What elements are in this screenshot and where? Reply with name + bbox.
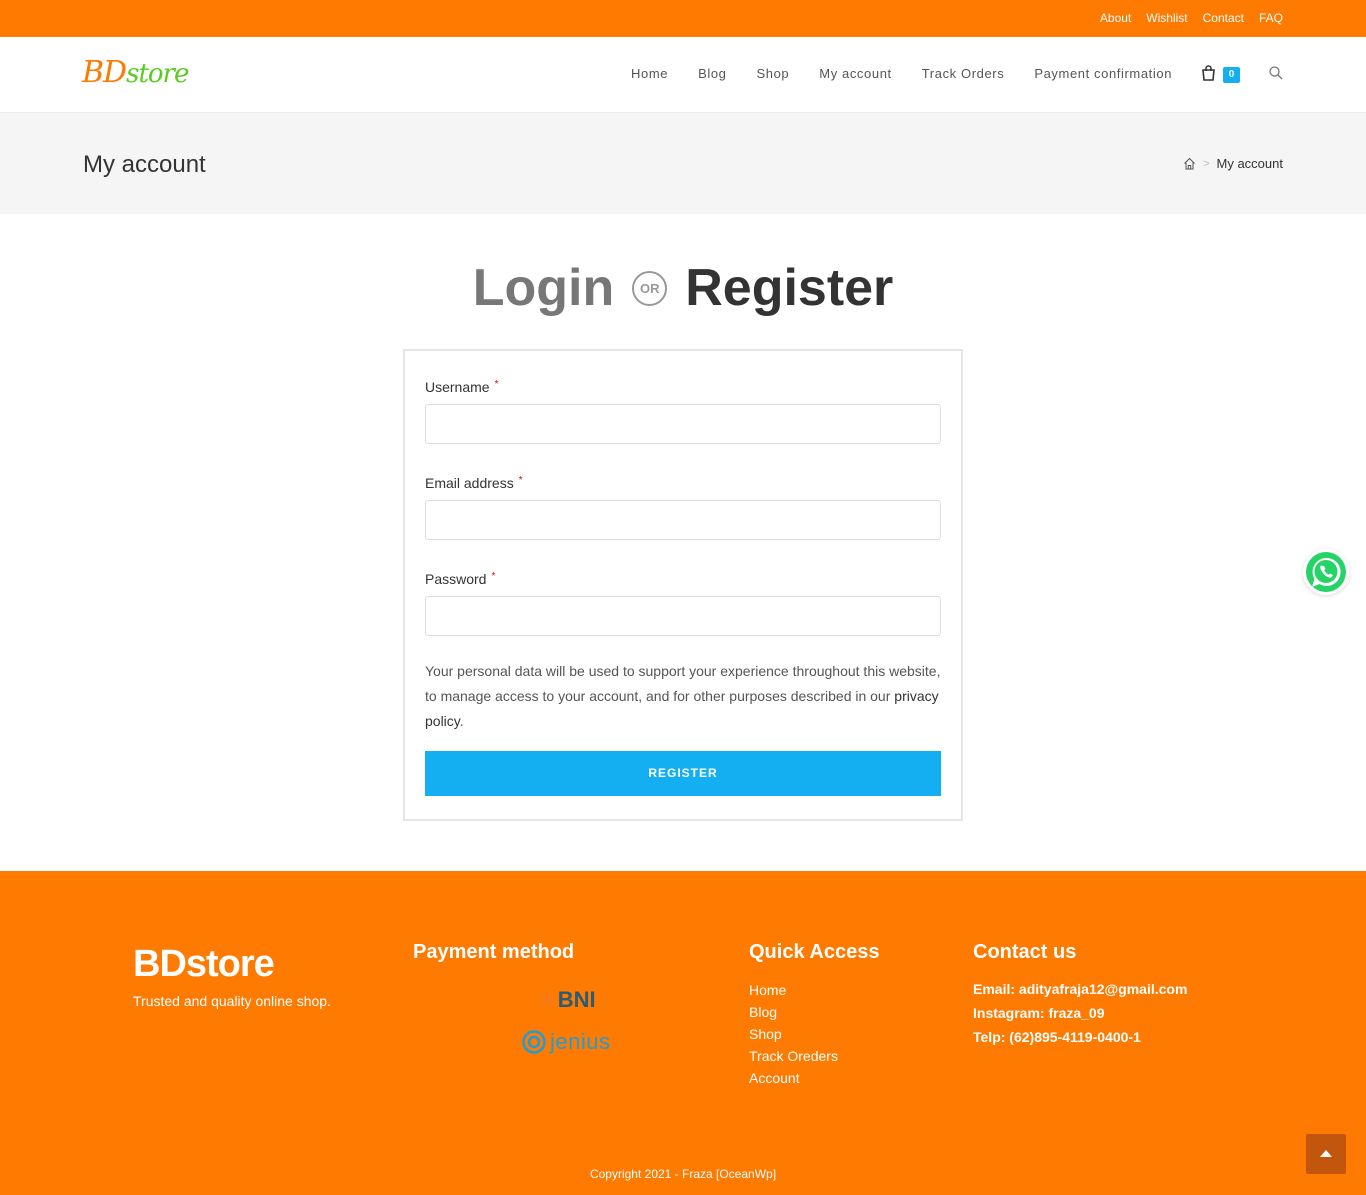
quick-access-links: Home Blog Shop Track Oreders Account bbox=[749, 979, 838, 1089]
privacy-text: Your personal data will be used to suppo… bbox=[425, 663, 941, 704]
footer-tagline: Trusted and quality online shop. bbox=[133, 993, 331, 1009]
required-mark: * bbox=[491, 571, 496, 582]
site-header: BDstore Home Blog Shop My account Track … bbox=[0, 37, 1366, 113]
bni-text: BNI bbox=[557, 987, 596, 1012]
whatsapp-icon bbox=[1306, 552, 1346, 592]
password-label-text: Password bbox=[425, 571, 487, 587]
required-mark: * bbox=[518, 475, 523, 486]
logo-store: store bbox=[126, 59, 189, 89]
whatsapp-button[interactable] bbox=[1303, 549, 1349, 595]
cart-count-badge: 0 bbox=[1223, 67, 1240, 83]
footer-brand: BDstore bbox=[133, 943, 275, 985]
jenius-text: jenius bbox=[550, 1029, 611, 1054]
bni-mark-icon: ✕ bbox=[539, 989, 556, 1012]
site-logo[interactable]: BDstore bbox=[82, 55, 189, 90]
top-bar-links: About Wishlist Contact FAQ bbox=[1100, 11, 1283, 25]
footer-link-account[interactable]: Account bbox=[749, 1067, 838, 1089]
footer-link-blog[interactable]: Blog bbox=[749, 1001, 838, 1023]
nav-blog[interactable]: Blog bbox=[683, 66, 741, 81]
contact-instagram: Instagram: fraza_09 bbox=[973, 1005, 1105, 1021]
copyright: Copyright 2021 - Fraza [OceanWp] bbox=[589, 1167, 777, 1181]
nav-shop[interactable]: Shop bbox=[742, 66, 805, 81]
privacy-end: . bbox=[459, 713, 464, 729]
bni-logo: ✕ BNI bbox=[539, 987, 596, 1013]
or-separator: OR bbox=[632, 270, 668, 306]
username-label: Username * bbox=[425, 379, 499, 395]
scroll-to-top-button[interactable] bbox=[1306, 1134, 1346, 1174]
search-icon[interactable] bbox=[1269, 66, 1283, 80]
breadcrumb-current: My account bbox=[1216, 156, 1283, 171]
footer-link-home[interactable]: Home bbox=[749, 979, 838, 1001]
contact-info: Email: adityafraja12@gmail.com Instagram… bbox=[973, 977, 1187, 1049]
top-bar: About Wishlist Contact FAQ bbox=[0, 0, 1366, 37]
top-link-wishlist[interactable]: Wishlist bbox=[1146, 11, 1187, 25]
register-button[interactable]: REGISTER bbox=[425, 751, 941, 796]
cart-button[interactable]: 0 bbox=[1201, 64, 1241, 84]
jenius-mark-icon bbox=[522, 1030, 546, 1054]
home-icon[interactable] bbox=[1183, 157, 1196, 170]
tab-login[interactable]: Login bbox=[473, 258, 615, 318]
footer-link-shop[interactable]: Shop bbox=[749, 1023, 838, 1045]
username-label-text: Username bbox=[425, 379, 490, 395]
password-label: Password * bbox=[425, 571, 495, 587]
email-label-text: Email address bbox=[425, 475, 514, 491]
footer-link-track-orders[interactable]: Track Oreders bbox=[749, 1045, 838, 1067]
privacy-notice: Your personal data will be used to suppo… bbox=[425, 659, 945, 734]
top-link-about[interactable]: About bbox=[1100, 11, 1131, 25]
page-header: My account > My account bbox=[0, 113, 1366, 214]
password-input[interactable] bbox=[425, 596, 941, 636]
email-label: Email address * bbox=[425, 475, 523, 491]
shopping-bag-icon bbox=[1202, 65, 1215, 81]
quick-access-heading: Quick Access bbox=[749, 941, 880, 963]
required-mark: * bbox=[494, 379, 499, 390]
login-register-heading: Login OR Register bbox=[0, 258, 1366, 318]
register-form: Username * Email address * Password * Your … bbox=[403, 349, 963, 821]
contact-phone: Telp: (62)895-4119-0400-1 bbox=[973, 1029, 1141, 1045]
nav-payment-confirmation[interactable]: Payment confirmation bbox=[1019, 66, 1187, 81]
contact-heading: Contact us bbox=[973, 941, 1077, 963]
tab-register[interactable]: Register bbox=[685, 258, 893, 318]
logo-bd: BD bbox=[82, 55, 127, 90]
main-nav: Home Blog Shop My account Track Orders P… bbox=[616, 66, 1187, 81]
chevron-up-icon bbox=[1320, 1150, 1332, 1157]
username-input[interactable] bbox=[425, 404, 941, 444]
email-input[interactable] bbox=[425, 500, 941, 540]
nav-track-orders[interactable]: Track Orders bbox=[907, 66, 1020, 81]
site-footer: BDstore Trusted and quality online shop.… bbox=[0, 871, 1366, 1195]
payment-heading: Payment method bbox=[413, 941, 575, 963]
nav-home[interactable]: Home bbox=[616, 66, 683, 81]
top-link-faq[interactable]: FAQ bbox=[1259, 11, 1283, 25]
nav-my-account[interactable]: My account bbox=[804, 66, 906, 81]
page-title: My account bbox=[83, 151, 206, 178]
breadcrumb: > My account bbox=[1183, 156, 1283, 171]
contact-email: Email: adityafraja12@gmail.com bbox=[973, 981, 1188, 997]
jenius-logo: jenius bbox=[522, 1029, 610, 1055]
breadcrumb-separator: > bbox=[1203, 157, 1210, 170]
top-link-contact[interactable]: Contact bbox=[1203, 11, 1244, 25]
